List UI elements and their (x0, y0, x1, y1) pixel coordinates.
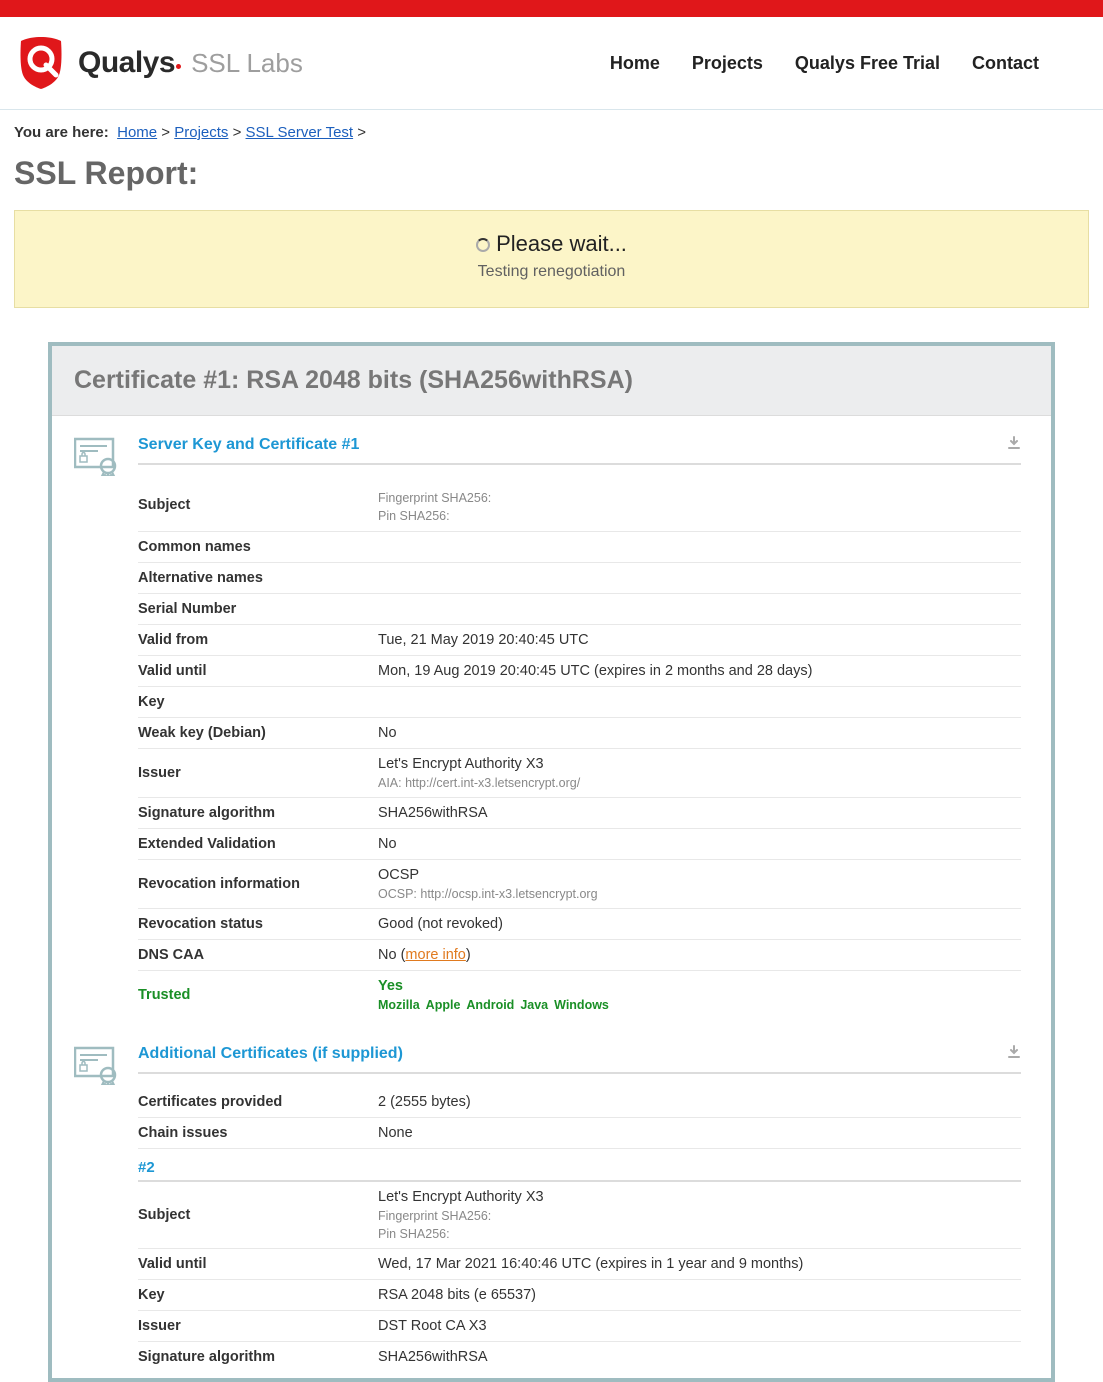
wait-title: Please wait... (15, 231, 1088, 257)
logo-qualys-text: Qualys (78, 46, 181, 80)
logo-ssllabs-text: SSL Labs (191, 48, 303, 79)
row-certs-provided: Certificates provided2 (2555 bytes) (138, 1087, 1021, 1118)
certificate-header: Certificate #1: RSA 2048 bits (SHA256wit… (52, 346, 1051, 416)
section-server-key: Server Key and Certificate #1 Subject Fi… (52, 416, 1051, 1025)
row-revocation-info: Revocation informationOCSPOCSP: http://o… (138, 860, 1021, 909)
row-valid-from: Valid fromTue, 21 May 2019 20:40:45 UTC (138, 625, 1021, 656)
spinner-icon (476, 238, 490, 252)
wait-box: Please wait... Testing renegotiation (14, 210, 1089, 308)
row-revocation-status: Revocation statusGood (not revoked) (138, 909, 1021, 940)
row-weak-key: Weak key (Debian)No (138, 718, 1021, 749)
section-title-server-key: Server Key and Certificate #1 (138, 436, 359, 455)
wait-subtitle: Testing renegotiation (15, 263, 1088, 281)
cert2-number: #2 (138, 1149, 1021, 1180)
breadcrumb-projects[interactable]: Projects (174, 124, 228, 141)
row-subject-2: Subject Let's Encrypt Authority X3 Finge… (138, 1182, 1021, 1249)
header: Qualys SSL Labs Home Projects Qualys Fre… (0, 17, 1103, 110)
page-title: SSL Report: (0, 141, 1103, 210)
breadcrumb: You are here: Home > Projects > SSL Serv… (0, 110, 1103, 141)
row-sig-alg-2: Signature algorithmSHA256withRSA (138, 1342, 1021, 1372)
row-trusted: Trusted Yes MozillaAppleAndroidJavaWindo… (138, 971, 1021, 1019)
row-ev: Extended ValidationNo (138, 829, 1021, 860)
row-sig-alg: Signature algorithmSHA256withRSA (138, 798, 1021, 829)
row-valid-until: Valid untilMon, 19 Aug 2019 20:40:45 UTC… (138, 656, 1021, 687)
nav-free-trial[interactable]: Qualys Free Trial (795, 53, 940, 74)
qualys-shield-icon (16, 35, 66, 91)
dns-caa-more-info-link[interactable]: more info (405, 947, 465, 963)
row-serial: Serial Number (138, 594, 1021, 625)
section-additional-certs: Additional Certificates (if supplied) Ce… (52, 1025, 1051, 1378)
logo[interactable]: Qualys SSL Labs (16, 35, 303, 91)
row-issuer: IssuerLet's Encrypt Authority X3AIA: htt… (138, 749, 1021, 798)
section-title-additional: Additional Certificates (if supplied) (138, 1045, 403, 1064)
certificate-panel: Certificate #1: RSA 2048 bits (SHA256wit… (48, 342, 1055, 1382)
breadcrumb-home[interactable]: Home (117, 124, 157, 141)
top-red-bar (0, 0, 1103, 17)
nav-contact[interactable]: Contact (972, 53, 1039, 74)
row-valid-until-2: Valid untilWed, 17 Mar 2021 16:40:46 UTC… (138, 1249, 1021, 1280)
trusted-platforms: MozillaAppleAndroidJavaWindows (378, 998, 1021, 1012)
row-subject: Subject Fingerprint SHA256: Pin SHA256: (138, 478, 1021, 532)
certificate-icon (74, 436, 120, 476)
row-key: Key (138, 687, 1021, 718)
download-icon[interactable] (1007, 1045, 1021, 1064)
nav-projects[interactable]: Projects (692, 53, 763, 74)
breadcrumb-prefix: You are here: (14, 124, 109, 141)
top-nav: Home Projects Qualys Free Trial Contact (610, 53, 1039, 74)
row-chain-issues: Chain issuesNone (138, 1118, 1021, 1149)
breadcrumb-ssl-server-test[interactable]: SSL Server Test (246, 124, 354, 141)
row-common-names: Common names (138, 532, 1021, 563)
row-dns-caa: DNS CAA No (more info) (138, 940, 1021, 971)
row-issuer-2: IssuerDST Root CA X3 (138, 1311, 1021, 1342)
row-alt-names: Alternative names (138, 563, 1021, 594)
nav-home[interactable]: Home (610, 53, 660, 74)
row-key-2: KeyRSA 2048 bits (e 65537) (138, 1280, 1021, 1311)
certificate-icon (74, 1045, 120, 1085)
download-icon[interactable] (1007, 436, 1021, 455)
